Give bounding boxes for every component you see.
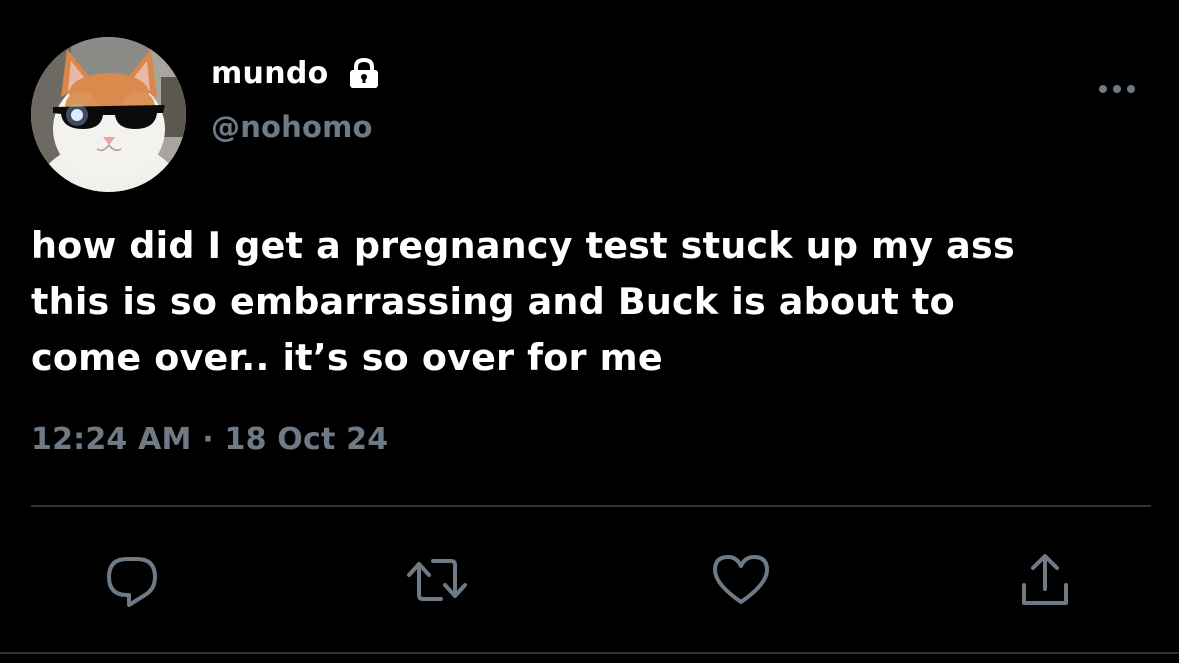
retweet-button[interactable] (405, 548, 469, 612)
avatar-image (31, 37, 186, 192)
share-icon (1022, 554, 1068, 605)
like-button[interactable] (709, 548, 773, 612)
tweet-text: how did I get a pregnancy test stuck up … (31, 224, 1015, 379)
reply-icon (107, 557, 157, 607)
avatar[interactable] (31, 37, 186, 192)
display-name-row: mundo (211, 50, 381, 96)
tweet-timestamp[interactable]: 12:24 AM · 18 Oct 24 (31, 422, 388, 457)
user-handle[interactable]: @nohomo (211, 110, 373, 144)
retweet-icon (407, 559, 467, 601)
more-icon[interactable] (1094, 76, 1140, 102)
divider (31, 505, 1151, 507)
lock-icon (347, 56, 381, 90)
reply-button[interactable] (100, 548, 164, 612)
heart-icon (713, 555, 769, 604)
display-name[interactable]: mundo (211, 56, 329, 91)
bottom-divider (0, 652, 1179, 654)
share-button[interactable] (1013, 548, 1077, 612)
tweet-detail: mundo @nohomo how did I get a pregnancy … (0, 0, 1179, 663)
